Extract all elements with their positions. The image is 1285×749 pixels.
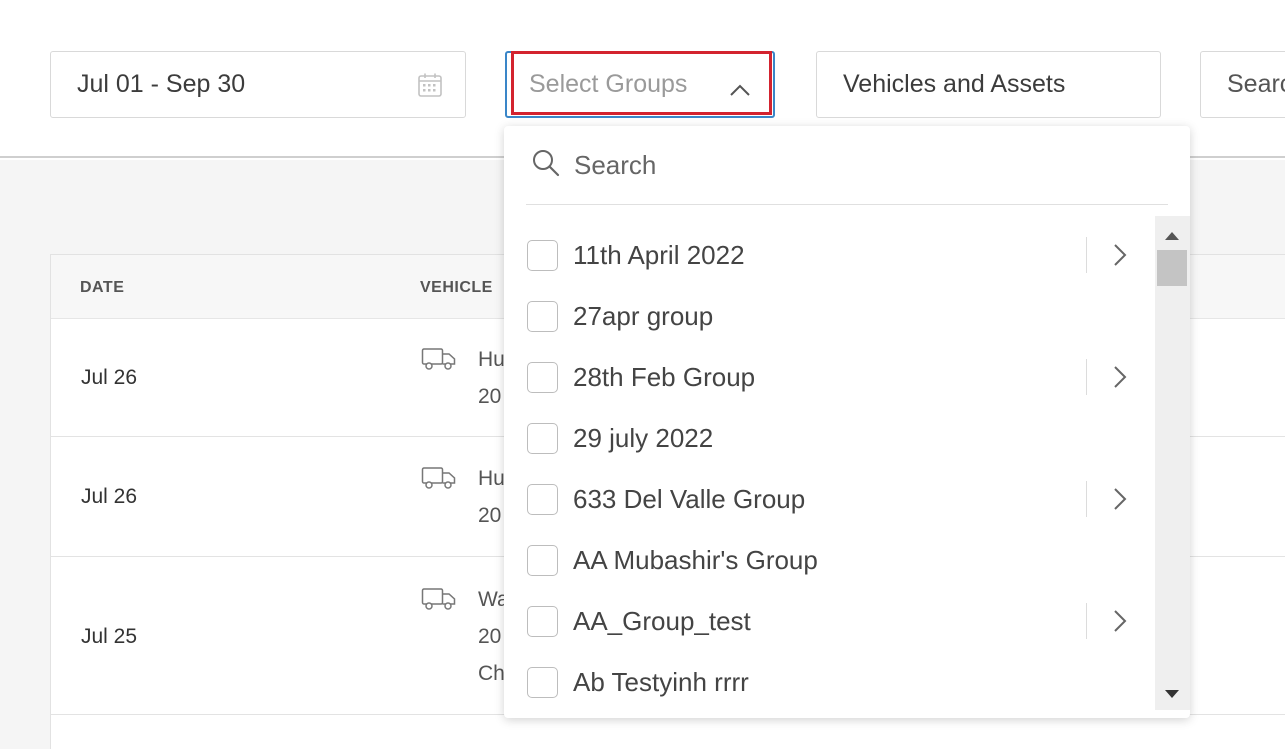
groups-dropdown-menu: 11th April 2022 27apr group 28th Feb Gro… [504, 126, 1190, 718]
chevron-right-icon[interactable] [1111, 486, 1129, 517]
date-range-value: Jul 01 - Sep 30 [77, 70, 246, 98]
row-vehicle: Hu 20 [478, 341, 505, 415]
dropdown-search [526, 126, 1168, 205]
chevron-right-icon[interactable] [1111, 242, 1129, 273]
search-input[interactable]: Search [1200, 51, 1285, 118]
column-header-date[interactable]: DATE [80, 279, 124, 297]
group-search-input[interactable] [574, 149, 1114, 181]
row-vehicle: Hu 20 [478, 460, 505, 534]
vehicle-detail: 20 [478, 504, 502, 527]
item-divider [1086, 481, 1087, 517]
row-date: Jul 26 [81, 366, 138, 389]
row-date: Jul 26 [81, 485, 138, 508]
vehicle-name: Hu [478, 467, 505, 490]
column-header-vehicle[interactable]: VEHICLE [420, 279, 493, 297]
group-label: 29 july 2022 [573, 423, 714, 453]
item-divider [1086, 237, 1087, 273]
group-item[interactable]: 27apr group [504, 286, 1154, 347]
chevron-up-icon [729, 75, 751, 104]
chevron-right-icon[interactable] [1111, 608, 1129, 639]
group-label: AA Mubashir's Group [573, 545, 818, 575]
group-item[interactable]: AA_Group_test [504, 591, 1154, 652]
group-label: AA_Group_test [573, 606, 751, 636]
group-checkbox[interactable] [527, 362, 558, 393]
group-checkbox[interactable] [527, 667, 558, 698]
search-icon [530, 147, 562, 184]
scroll-down-arrow-icon[interactable] [1164, 686, 1180, 704]
calendar-icon[interactable] [417, 72, 443, 105]
search-placeholder: Search [1227, 70, 1285, 98]
group-item[interactable]: 29 july 2022 [504, 408, 1154, 469]
group-checkbox[interactable] [527, 484, 558, 515]
scrollbar-thumb[interactable] [1157, 250, 1187, 286]
group-item[interactable]: 28th Feb Group [504, 347, 1154, 408]
truck-icon [421, 587, 457, 616]
group-item[interactable]: 11th April 2022 [504, 225, 1154, 286]
group-label: 27apr group [573, 301, 714, 331]
group-checkbox[interactable] [527, 240, 558, 271]
vehicles-assets-select[interactable]: Vehicles and Assets [816, 51, 1161, 118]
group-checkbox[interactable] [527, 545, 558, 576]
truck-icon [421, 347, 457, 376]
item-divider [1086, 603, 1087, 639]
date-range-picker[interactable]: Jul 01 - Sep 30 [50, 51, 466, 118]
scroll-up-arrow-icon[interactable] [1164, 228, 1180, 246]
group-label: 11th April 2022 [573, 240, 745, 270]
group-item[interactable]: 633 Del Valle Group [504, 469, 1154, 530]
select-groups-placeholder: Select Groups [529, 70, 688, 98]
group-item[interactable]: AA Mubashir's Group [504, 530, 1154, 591]
truck-icon [421, 466, 457, 495]
group-item[interactable]: Ab Testyinh rrrr [504, 652, 1154, 713]
dropdown-scrollbar[interactable] [1155, 216, 1190, 710]
item-divider [1086, 359, 1087, 395]
group-label: Ab Testyinh rrrr [573, 667, 749, 697]
row-date: Jul 25 [81, 625, 138, 648]
vehicle-name: Hu [478, 348, 505, 371]
group-label: 28th Feb Group [573, 362, 756, 392]
vehicles-assets-placeholder: Vehicles and Assets [843, 70, 1066, 98]
group-checkbox[interactable] [527, 423, 558, 454]
chevron-right-icon[interactable] [1111, 364, 1129, 395]
group-label: 633 Del Valle Group [573, 484, 806, 514]
vehicle-detail: 20 [478, 385, 502, 408]
group-checkbox[interactable] [527, 606, 558, 637]
group-checkbox[interactable] [527, 301, 558, 332]
group-list: 11th April 2022 27apr group 28th Feb Gro… [504, 225, 1154, 713]
select-groups-dropdown[interactable]: Select Groups [505, 51, 775, 118]
